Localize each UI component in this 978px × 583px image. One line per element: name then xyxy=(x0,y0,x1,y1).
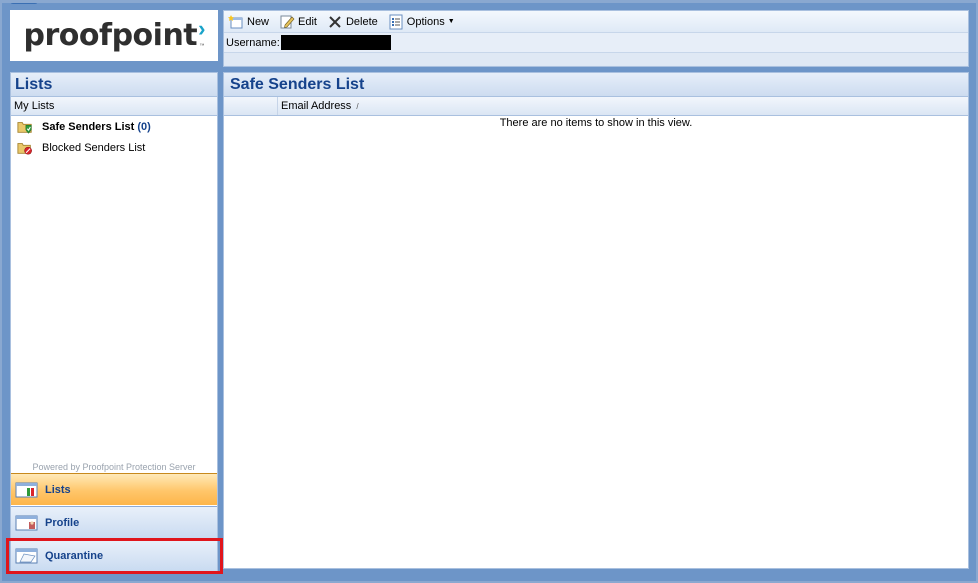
username-label: Username: xyxy=(226,36,280,49)
options-button-label: Options xyxy=(406,15,445,28)
blocked-senders-label: Blocked Senders List xyxy=(42,141,146,154)
new-button[interactable]: New xyxy=(228,14,269,30)
sidebar-item-blocked-senders[interactable]: Blocked Senders List xyxy=(11,137,217,158)
lists-nav-icon xyxy=(15,481,39,499)
grid-column-select[interactable] xyxy=(224,97,278,115)
logo-chevron-mark: › xyxy=(198,15,206,41)
new-button-label: New xyxy=(247,15,270,28)
delete-button-label: Delete xyxy=(345,15,378,28)
page-title: Safe Senders List xyxy=(224,73,968,97)
sort-indicator-icon: / xyxy=(356,101,359,111)
nav-lists-label: Lists xyxy=(45,483,71,496)
sidebar: Lists My Lists Safe Senders List (0) Blo… xyxy=(10,72,218,572)
edit-pencil-icon xyxy=(279,14,295,30)
logo-trademark: ™ xyxy=(199,42,205,49)
main-content: Safe Senders List Email Address / There … xyxy=(223,72,969,569)
top-tab-strip xyxy=(316,0,543,3)
toolbar-panel: New Edit Delete Options ▼ Username: xyxy=(223,10,969,67)
quarantine-highlight-box xyxy=(6,538,223,574)
safe-senders-count: (0) xyxy=(137,120,151,133)
edit-button[interactable]: Edit xyxy=(279,14,317,30)
profile-nav-icon xyxy=(15,514,39,532)
powered-by-text: Powered by Proofpoint Protection Server xyxy=(32,462,196,472)
logo-panel: proofpoint › ™ xyxy=(10,10,218,61)
edit-button-label: Edit xyxy=(298,15,317,28)
proofpoint-logo: proofpoint xyxy=(23,18,198,53)
toolbar-bottom-bar xyxy=(224,53,968,65)
nav-button-lists[interactable]: Lists xyxy=(11,473,217,505)
email-address-header-label: Email Address xyxy=(281,100,352,112)
delete-x-icon xyxy=(327,14,343,30)
username-row: Username: xyxy=(224,33,968,53)
nav-button-profile[interactable]: Profile xyxy=(11,506,217,538)
sidebar-title: Lists xyxy=(11,73,217,97)
blocked-folder-icon xyxy=(17,140,33,156)
dropdown-arrow-icon: ▼ xyxy=(447,18,455,25)
delete-button[interactable]: Delete xyxy=(327,14,378,30)
nav-profile-label: Profile xyxy=(45,516,80,529)
toolbar: New Edit Delete Options ▼ xyxy=(224,11,968,33)
grid-header: Email Address / xyxy=(224,97,968,116)
username-redacted-value xyxy=(280,35,391,50)
options-list-icon xyxy=(388,14,404,30)
shield-check-folder-icon xyxy=(17,119,33,135)
new-item-icon xyxy=(228,14,244,30)
safe-senders-label: Safe Senders List xyxy=(42,120,135,133)
top-window-accent xyxy=(10,0,38,4)
sidebar-item-safe-senders[interactable]: Safe Senders List (0) xyxy=(11,116,217,137)
grid-column-email-address[interactable]: Email Address / xyxy=(278,97,359,115)
empty-view-message: There are no items to show in this view. xyxy=(499,117,693,129)
my-lists-section-header: My Lists xyxy=(11,97,217,116)
options-menu-button[interactable]: Options ▼ xyxy=(388,14,455,30)
